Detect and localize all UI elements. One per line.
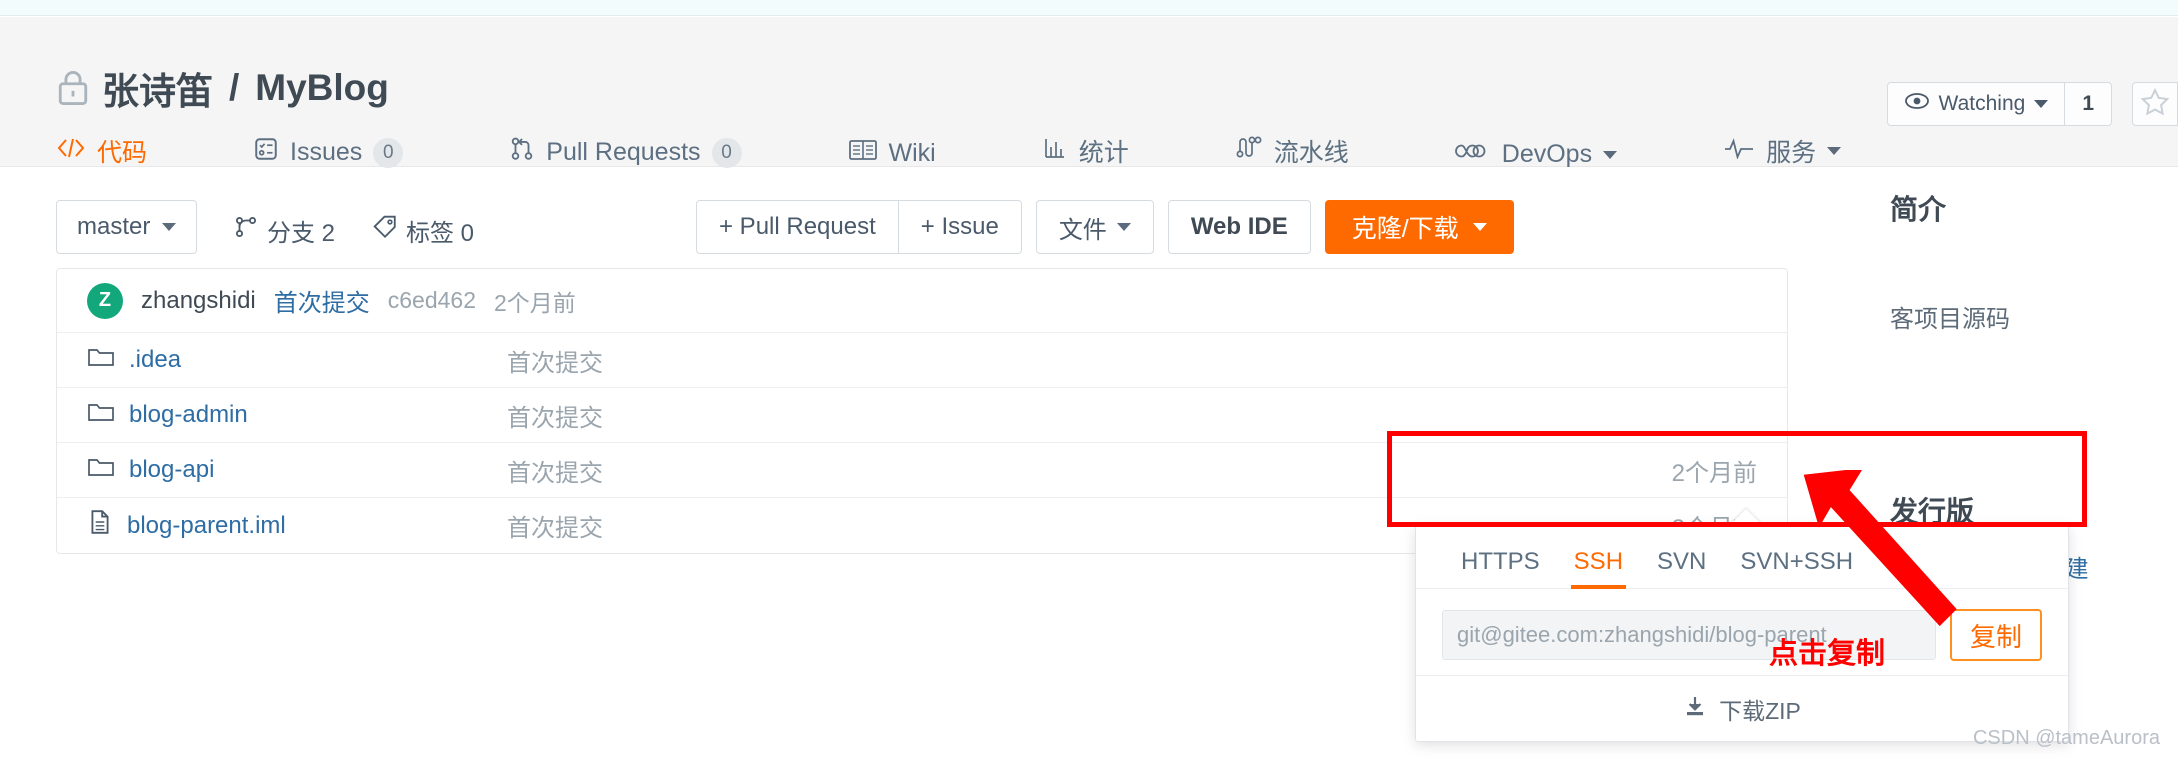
eye-icon	[1904, 92, 1930, 116]
branch-selector-label: master	[77, 213, 151, 240]
clone-tab-ssh[interactable]: SSH	[1557, 540, 1640, 589]
file-name-cell[interactable]: blog-api	[87, 455, 507, 486]
repo-header: 张诗笛 / MyBlog Watching 1 代码 Issues 0 Pull…	[0, 17, 2178, 184]
tab-code-label: 代码	[97, 139, 148, 167]
clone-download-label: 克隆/下载	[1351, 215, 1459, 243]
branch-icon	[233, 214, 259, 247]
file-browser: Z zhangshidi 首次提交 c6ed462 2个月前 .idea 首次提…	[56, 268, 1788, 554]
clone-download-button[interactable]: 克隆/下载	[1324, 200, 1514, 254]
page-root: 张诗笛 / MyBlog Watching 1 代码 Issues 0 Pull…	[0, 0, 2178, 758]
folder-icon	[87, 400, 115, 431]
chevron-down-icon	[2034, 100, 2049, 108]
tab-wiki-label: Wiki	[888, 139, 936, 167]
chevron-down-icon	[1603, 150, 1618, 159]
repo-toolbar: master 分支 2 标签 0 + Pull Request + Issue …	[56, 200, 1846, 254]
folder-icon	[87, 455, 115, 486]
commit-time: 2个月前	[494, 289, 576, 316]
commit-author[interactable]: zhangshidi	[141, 287, 256, 315]
web-ide-button[interactable]: Web IDE	[1167, 200, 1311, 254]
file-icon	[87, 509, 113, 542]
watch-label: Watching	[1938, 92, 2026, 115]
page-title: 张诗笛 / MyBlog	[56, 61, 389, 115]
repo-owner[interactable]: 张诗笛	[102, 61, 213, 115]
tab-stats-label: 统计	[1078, 139, 1129, 167]
top-strip	[0, 0, 2178, 16]
file-name-cell[interactable]: blog-parent.iml	[87, 509, 507, 542]
file-name-cell[interactable]: blog-admin	[87, 400, 507, 431]
stats-icon	[1042, 136, 1068, 167]
chevron-down-icon	[1472, 223, 1487, 231]
toolbar-buttons: + Pull Request + Issue 文件 Web IDE 克隆/下载	[696, 200, 1514, 254]
issue-icon	[253, 136, 279, 169]
star-button[interactable]	[2132, 82, 2178, 126]
watermark: CSDN @tameAurora	[1972, 727, 2160, 749]
branches-label: 分支 2	[267, 220, 336, 247]
lock-icon	[56, 68, 90, 108]
new-pull-request-button[interactable]: + Pull Request	[696, 200, 899, 254]
repo-name[interactable]: MyBlog	[255, 67, 389, 109]
file-name: blog-parent.iml	[127, 511, 286, 539]
file-name: .idea	[129, 346, 182, 373]
branches-link[interactable]: 分支 2	[233, 213, 335, 248]
tab-devops-label: DevOps	[1501, 140, 1593, 168]
sidebar-intro-text: 客项目源码	[1890, 306, 2010, 333]
tags-link[interactable]: 标签 0	[372, 213, 474, 248]
tab-service-label: 服务	[1766, 139, 1817, 167]
sidebar-intro-heading: 简介	[1890, 194, 1947, 225]
files-dropdown-button[interactable]: 文件	[1035, 200, 1154, 254]
tag-icon	[372, 214, 398, 247]
folder-icon	[87, 345, 115, 376]
file-name: blog-api	[129, 456, 215, 483]
watch-button[interactable]: Watching	[1886, 82, 2066, 126]
pipeline-icon	[1235, 135, 1263, 168]
table-row[interactable]: blog-admin 首次提交	[57, 388, 1787, 443]
chevron-down-icon	[1116, 223, 1131, 231]
file-name: blog-admin	[129, 401, 248, 428]
clone-tab-svn[interactable]: SVN	[1640, 540, 1723, 588]
commit-sha[interactable]: c6ed462	[388, 287, 476, 314]
new-issue-button[interactable]: + Issue	[898, 200, 1022, 254]
table-row[interactable]: .idea 首次提交	[57, 333, 1787, 388]
tab-pr-label: Pull Requests	[546, 138, 701, 166]
file-name-cell[interactable]: .idea	[87, 345, 507, 376]
service-icon	[1723, 137, 1755, 166]
file-commit-message: 首次提交	[507, 459, 603, 487]
pr-icon	[509, 136, 535, 169]
file-time: 2个月前	[1671, 459, 1757, 487]
download-zip-button[interactable]: 下载ZIP	[1416, 675, 2068, 741]
star-icon	[2140, 87, 2170, 122]
tab-issues-label: Issues	[290, 138, 363, 166]
watch-group: Watching 1	[1886, 82, 2112, 126]
table-row[interactable]: blog-api 首次提交 2个月前	[57, 443, 1787, 498]
wiki-icon	[848, 138, 878, 169]
infinity-icon	[1454, 140, 1491, 169]
tab-pipeline-label: 流水线	[1273, 139, 1349, 167]
file-commit-message: 首次提交	[507, 349, 603, 377]
download-icon	[1683, 694, 1707, 724]
latest-commit-row: Z zhangshidi 首次提交 c6ed462 2个月前	[57, 269, 1787, 333]
tab-issues-badge: 0	[373, 137, 404, 168]
chevron-down-icon	[1827, 147, 1842, 155]
clone-tab-https[interactable]: HTTPS	[1444, 540, 1557, 588]
files-dropdown-label: 文件	[1058, 216, 1107, 244]
code-icon	[56, 136, 86, 167]
chevron-down-icon	[162, 223, 177, 231]
download-zip-label: 下载ZIP	[1719, 697, 1801, 724]
file-commit-message: 首次提交	[507, 404, 603, 432]
tab-pr-badge: 0	[711, 137, 742, 168]
annotation-click-copy-text: 点击复制	[1769, 638, 1886, 670]
commit-message[interactable]: 首次提交	[274, 283, 370, 318]
watch-count[interactable]: 1	[2065, 82, 2112, 126]
title-separator: /	[229, 67, 240, 108]
branch-selector[interactable]: master	[56, 200, 198, 254]
avatar[interactable]: Z	[87, 282, 123, 319]
tags-label: 标签 0	[406, 220, 475, 247]
